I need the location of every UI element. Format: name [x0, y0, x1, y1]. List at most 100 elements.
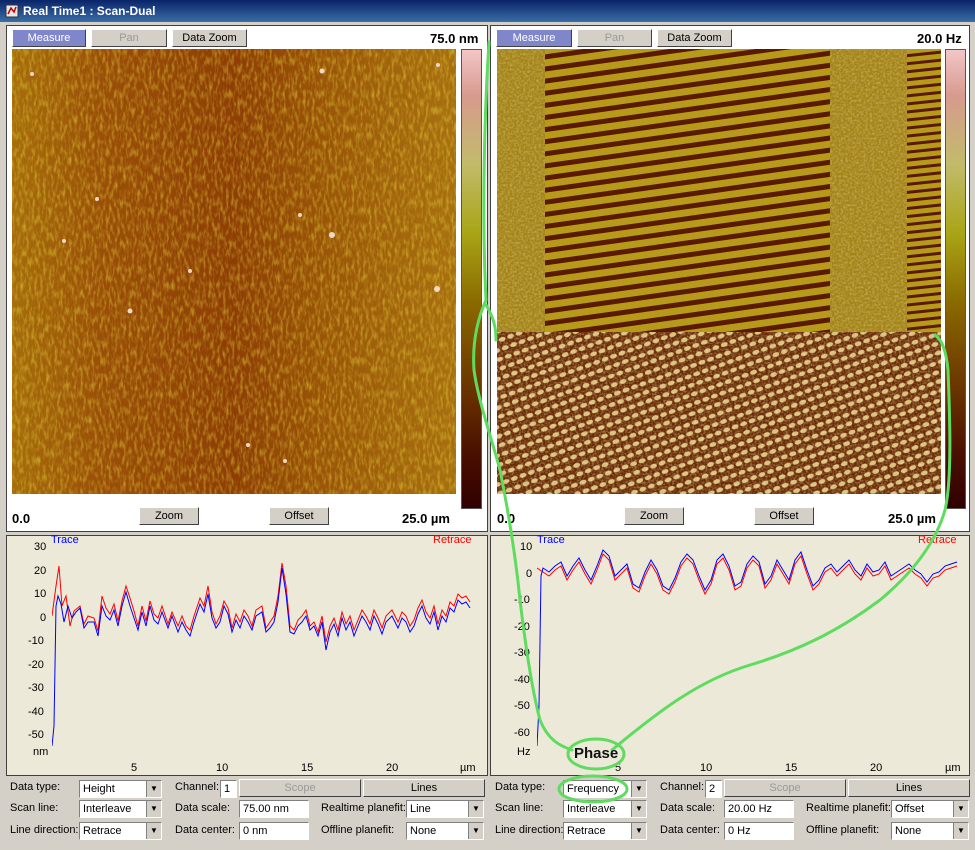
- left-pan-button[interactable]: Pan: [91, 29, 167, 47]
- chevron-down-icon: ▼: [146, 801, 161, 817]
- left-line-direction-select[interactable]: Retrace ▼: [79, 822, 162, 840]
- left-channel-field[interactable]: 1: [220, 780, 237, 798]
- left-data-scale-label: Data scale:: [175, 802, 231, 814]
- left-scope-button[interactable]: Scope: [239, 779, 361, 797]
- left-line-direction-label: Line direction:: [10, 824, 79, 836]
- right-y-tick: -40: [514, 673, 530, 686]
- left-data-zoom-button[interactable]: Data Zoom: [172, 29, 247, 47]
- right-offline-planefit-select[interactable]: None ▼: [891, 822, 969, 840]
- left-realtime-planefit-label: Realtime planefit:: [321, 802, 406, 814]
- left-profile-plot: [52, 562, 471, 747]
- right-y-tick: -30: [514, 647, 530, 659]
- left-data-center-field[interactable]: 0 nm: [239, 822, 309, 840]
- right-data-scale-label: Data scale:: [660, 802, 716, 814]
- right-y-tick: -10: [514, 594, 530, 606]
- right-zoom-button[interactable]: Zoom: [624, 507, 684, 525]
- right-axis-end: 25.0 µm: [888, 511, 936, 526]
- right-x-tick: 5: [615, 762, 622, 774]
- right-y-tick: 0: [526, 567, 533, 580]
- left-offline-planefit-select[interactable]: None ▼: [406, 822, 484, 840]
- left-offset-button[interactable]: Offset: [269, 507, 329, 525]
- right-data-zoom-button[interactable]: Data Zoom: [657, 29, 732, 47]
- title-bar: Real Time1 : Scan-Dual: [0, 0, 975, 22]
- left-measure-button[interactable]: Measure: [12, 29, 86, 47]
- right-realtime-planefit-select[interactable]: Offset ▼: [891, 800, 969, 818]
- right-offline-planefit-label: Offline planefit:: [806, 824, 880, 836]
- left-trace-line: [52, 567, 471, 747]
- right-trace-label: Trace: [537, 534, 565, 546]
- right-measure-button[interactable]: Measure: [496, 29, 572, 47]
- left-channel-label: Channel:: [175, 781, 220, 793]
- right-realtime-planefit-label: Realtime planefit:: [806, 802, 891, 814]
- left-scale-max: 75.0 nm: [430, 31, 479, 46]
- right-data-center-field[interactable]: 0 Hz: [724, 822, 794, 840]
- left-scan-line-label: Scan line:: [10, 802, 59, 814]
- left-y-tick: -50: [28, 729, 44, 741]
- right-y-tick: -60: [514, 726, 530, 739]
- left-zoom-button[interactable]: Zoom: [139, 507, 199, 525]
- left-channel-value: 1: [224, 783, 231, 795]
- right-data-scale-value: 20.00 Hz: [728, 803, 773, 815]
- left-offline-planefit-value: None: [410, 825, 437, 837]
- right-frequency-image[interactable]: [497, 49, 941, 494]
- left-y-tick: 10: [34, 588, 47, 600]
- left-retrace-line: [52, 562, 471, 643]
- right-color-scale-bar: [945, 49, 966, 509]
- right-scan-line-label: Scan line:: [495, 802, 544, 814]
- left-x-tick: 5: [131, 762, 138, 774]
- left-data-scale-value: 75.00 nm: [243, 803, 289, 815]
- right-data-type-label: Data type:: [495, 781, 546, 793]
- left-x-tick: 20: [386, 762, 399, 774]
- right-x-unit: µm: [945, 762, 961, 774]
- left-scan-line-select[interactable]: Interleave ▼: [79, 800, 162, 818]
- left-data-type-label: Data type:: [10, 781, 61, 793]
- left-y-tick: -10: [28, 635, 44, 647]
- right-pan-button[interactable]: Pan: [577, 29, 652, 47]
- right-offset-button[interactable]: Offset: [754, 507, 814, 525]
- right-data-type-select[interactable]: Frequency ▼: [563, 780, 647, 798]
- right-line-direction-label: Line direction:: [495, 824, 564, 836]
- right-realtime-planefit-value: Offset: [895, 803, 925, 815]
- chevron-down-icon: ▼: [468, 801, 483, 817]
- left-y-unit: nm: [33, 746, 49, 758]
- left-x-tick: 15: [301, 762, 314, 774]
- left-height-image[interactable]: [12, 49, 456, 494]
- left-data-type-select[interactable]: Height ▼: [79, 780, 162, 798]
- left-data-center-label: Data center:: [175, 824, 235, 836]
- left-y-tick: -20: [28, 658, 44, 671]
- right-lines-button[interactable]: Lines: [848, 779, 970, 797]
- left-data-scale-field[interactable]: 75.00 nm: [239, 800, 309, 818]
- left-realtime-planefit-select[interactable]: Line ▼: [406, 800, 484, 818]
- right-channel-value: 2: [709, 783, 716, 795]
- left-y-tick: 30: [34, 541, 47, 553]
- right-retrace-label: Retrace: [918, 534, 957, 546]
- right-scan-line-value: Interleave: [567, 803, 616, 815]
- right-y-tick: -20: [514, 620, 530, 633]
- right-data-scale-field[interactable]: 20.00 Hz: [724, 800, 794, 818]
- right-channel-label: Channel:: [660, 781, 705, 793]
- right-scope-button[interactable]: Scope: [724, 779, 846, 797]
- left-lines-button[interactable]: Lines: [363, 779, 485, 797]
- right-x-tick: 20: [870, 762, 883, 774]
- right-trace-line: [537, 549, 958, 747]
- left-y-tick: 20: [34, 564, 47, 577]
- right-data-type-value: Frequency: [567, 783, 619, 795]
- right-line-direction-select[interactable]: Retrace ▼: [563, 822, 647, 840]
- right-line-direction-value: Retrace: [567, 825, 606, 837]
- right-profile-plot: [537, 549, 958, 747]
- right-data-center-label: Data center:: [660, 824, 720, 836]
- chevron-down-icon: ▼: [631, 823, 646, 839]
- left-x-tick: 10: [216, 762, 229, 774]
- right-y-unit: Hz: [517, 746, 531, 758]
- left-y-tick: -30: [28, 682, 44, 694]
- right-y-tick: 10: [520, 541, 533, 553]
- chevron-down-icon: ▼: [631, 801, 646, 817]
- right-data-center-value: 0 Hz: [728, 825, 751, 837]
- chevron-down-icon: ▼: [953, 823, 968, 839]
- right-scan-line-select[interactable]: Interleave ▼: [563, 800, 647, 818]
- left-line-direction-value: Retrace: [83, 825, 122, 837]
- right-axis-start: 0.0: [497, 511, 516, 526]
- phase-annotation-label: Phase: [574, 745, 619, 762]
- right-channel-field[interactable]: 2: [705, 780, 722, 798]
- chevron-down-icon: ▼: [631, 781, 646, 797]
